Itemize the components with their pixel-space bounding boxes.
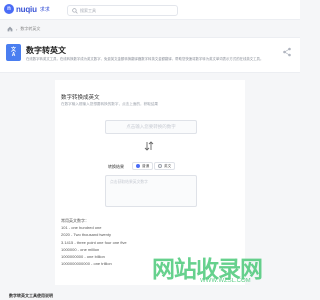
tool-icon-char-2: A: [11, 51, 16, 58]
site-watermark: 网站收录网 WWW.WZSL.COM: [152, 250, 263, 284]
breadcrumb-current: 数字转英文: [20, 26, 41, 31]
tool-translate-icon: 文 A: [6, 44, 21, 61]
swap-arrows-icon[interactable]: [143, 141, 155, 151]
radio-dot-icon: [136, 164, 140, 168]
breadcrumb: › 数字转英文: [7, 26, 40, 32]
number-input[interactable]: 点击输入您要转换的数字: [105, 120, 197, 134]
tool-description: 在线数字转英文工具，在线转换数字成为英文数字，免费英文金额转换翻译器数字转英文金…: [26, 57, 264, 61]
example-item: 1000000 - one million: [61, 246, 100, 252]
radio-dot-icon: [158, 164, 162, 168]
converter-description: 在数字输入框输入您想要转换的数字，点击上面的，获取结果: [61, 102, 159, 106]
tool-header-card: 文 A 数字转英文 在线数字转英文工具，在线转换数字成为英文数字，免费英文金额转…: [0, 37, 300, 73]
top-bar: n nuqiu 求求: [0, 0, 300, 20]
logo-text: nuqiu: [16, 4, 37, 14]
example-item: 101 - one hundred one: [61, 225, 102, 231]
example-item: 1000000000 - one billion: [61, 254, 105, 260]
examples-list: 常用英文数字： 101 - one hundred one 2020 - Two…: [61, 217, 127, 267]
example-item: 3.1415 - three point one four one five: [61, 239, 127, 245]
watermark-url: WWW.WZSL.COM: [200, 278, 251, 284]
result-output[interactable]: 点击获取结果英文数字: [105, 175, 197, 207]
home-icon[interactable]: [7, 26, 13, 32]
site-logo[interactable]: n nuqiu 求求: [4, 4, 50, 14]
logo-subtext: 求求: [39, 6, 50, 13]
example-item: 1000000000000 - one trillion: [61, 261, 112, 267]
search-box[interactable]: [67, 5, 178, 16]
mode-option-label: 英文: [164, 163, 172, 168]
mode-option-english[interactable]: 英文: [154, 162, 176, 170]
bottom-section: 数字转英文工具使用说明: [0, 290, 300, 300]
logo-mark-icon: n: [4, 4, 14, 14]
mode-label: 转换结果: [108, 164, 124, 169]
examples-title: 常用英文数字：: [61, 218, 89, 223]
search-input[interactable]: [80, 6, 170, 15]
converter-title: 数字转换成英文: [61, 95, 100, 101]
search-icon: [72, 7, 78, 14]
mode-option-normal[interactable]: 普通: [132, 162, 154, 170]
mode-option-label: 普通: [142, 163, 150, 168]
example-item: 2020 - Two thousand twenty: [61, 232, 111, 238]
share-icon[interactable]: [282, 47, 292, 57]
usage-section-title: 数字转英文工具使用说明: [9, 293, 53, 298]
breadcrumb-separator-icon: ›: [16, 26, 18, 32]
tool-title: 数字转英文: [26, 46, 66, 55]
